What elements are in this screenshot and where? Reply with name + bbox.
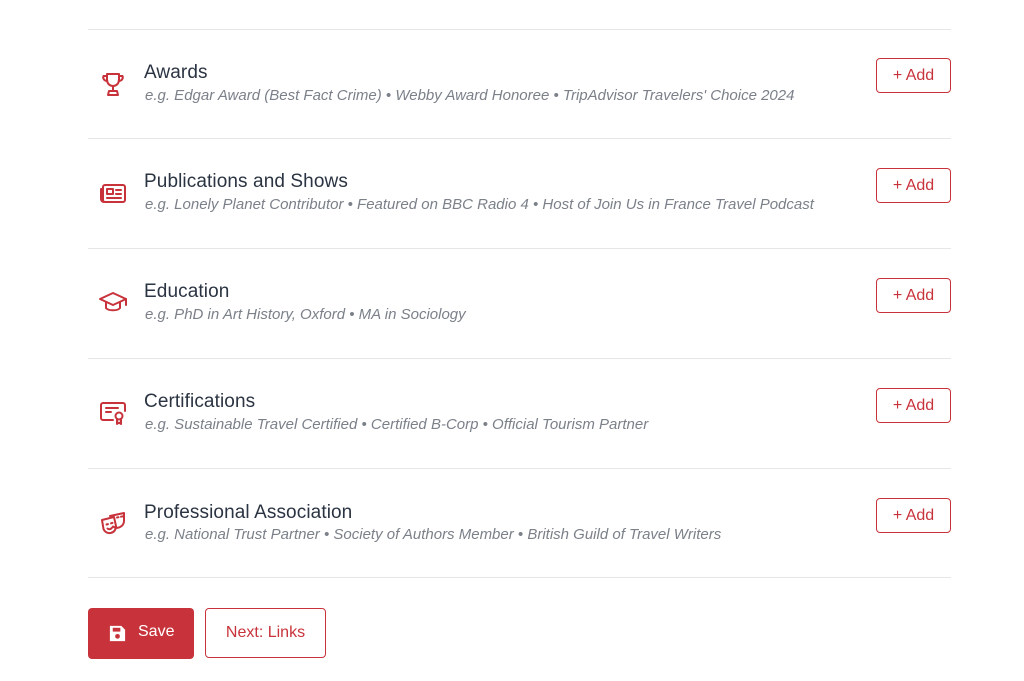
theater-masks-icon (97, 507, 129, 539)
section-example: e.g. National Trust Partner • Society of… (145, 526, 722, 543)
save-button[interactable]: Save (88, 608, 194, 659)
add-award-button[interactable]: + Add (876, 58, 951, 93)
section-awards: Awards e.g. Edgar Award (Best Fact Crime… (88, 30, 951, 139)
floppy-disk-icon (108, 624, 127, 643)
section-title: Publications and Shows (144, 171, 348, 192)
next-links-button[interactable]: Next: Links (205, 608, 326, 658)
section-title: Certifications (144, 391, 256, 412)
section-education: Education e.g. PhD in Art History, Oxfor… (88, 249, 951, 358)
section-certifications: Certifications e.g. Sustainable Travel C… (88, 359, 951, 468)
section-title: Awards (144, 62, 208, 83)
newspaper-icon (97, 177, 129, 209)
add-association-button[interactable]: + Add (876, 498, 951, 533)
graduation-cap-icon (97, 286, 129, 318)
section-example: e.g. Lonely Planet Contributor • Feature… (145, 196, 814, 213)
section-publications: Publications and Shows e.g. Lonely Plane… (88, 139, 951, 248)
certificate-icon (97, 396, 129, 428)
add-certification-button[interactable]: + Add (876, 388, 951, 423)
add-publication-button[interactable]: + Add (876, 168, 951, 203)
section-title: Professional Association (144, 502, 353, 523)
section-title: Education (144, 281, 230, 302)
section-professional-association: Professional Association e.g. National T… (88, 469, 951, 578)
save-label: Save (138, 623, 175, 640)
trophy-icon (97, 68, 129, 100)
add-education-button[interactable]: + Add (876, 278, 951, 313)
divider (88, 577, 951, 578)
section-example: e.g. Edgar Award (Best Fact Crime) • Web… (145, 87, 795, 104)
section-example: e.g. Sustainable Travel Certified • Cert… (145, 416, 649, 433)
section-example: e.g. PhD in Art History, Oxford • MA in … (145, 306, 466, 323)
